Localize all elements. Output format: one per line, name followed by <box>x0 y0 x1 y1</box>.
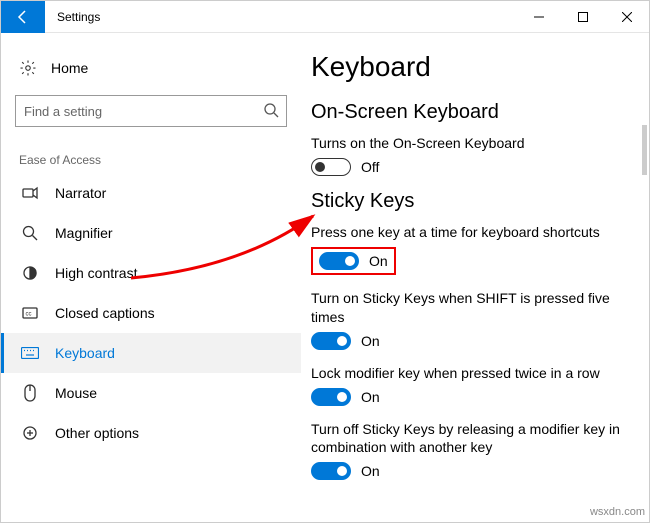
gear-icon <box>19 59 37 77</box>
sidebar-item-mouse[interactable]: Mouse <box>1 373 301 413</box>
sidebar-item-narrator[interactable]: Narrator <box>1 173 301 213</box>
sidebar-item-label: Narrator <box>55 185 106 201</box>
setting-sticky-shortcuts: Press one key at a time for keyboard sho… <box>311 223 629 275</box>
minimize-button[interactable] <box>517 1 561 33</box>
magnifier-icon <box>21 224 39 242</box>
setting-osk: Turns on the On-Screen Keyboard Off <box>311 134 629 176</box>
toggle-state: On <box>361 389 380 405</box>
toggle-knob <box>315 162 325 172</box>
back-button[interactable] <box>1 1 45 33</box>
sidebar-item-label: Mouse <box>55 385 97 401</box>
arrow-left-icon <box>15 9 31 25</box>
plus-circle-icon <box>21 424 39 442</box>
toggle-state: On <box>369 253 388 269</box>
setting-sticky-release: Turn off Sticky Keys by releasing a modi… <box>311 420 629 480</box>
contrast-icon <box>21 264 39 282</box>
mouse-icon <box>21 384 39 402</box>
toggle-sticky-release[interactable] <box>311 462 351 480</box>
sidebar: Home Ease of Access Narrator Magnifier H… <box>1 33 301 524</box>
window-title: Settings <box>45 10 100 24</box>
toggle-state: Off <box>361 159 379 175</box>
toggle-osk[interactable] <box>311 158 351 176</box>
watermark: wsxdn.com <box>590 506 645 518</box>
annotation-highlight: On <box>311 247 396 275</box>
sidebar-item-high-contrast[interactable]: High contrast <box>1 253 301 293</box>
sidebar-item-other-options[interactable]: Other options <box>1 413 301 453</box>
sidebar-item-closed-captions[interactable]: cc Closed captions <box>1 293 301 333</box>
svg-text:cc: cc <box>26 312 32 318</box>
setting-label: Turns on the On-Screen Keyboard <box>311 134 629 152</box>
captions-icon: cc <box>21 304 39 322</box>
toggle-state: On <box>361 333 380 349</box>
search-icon <box>263 102 279 123</box>
page-title: Keyboard <box>311 51 629 83</box>
setting-label: Turn on Sticky Keys when SHIFT is presse… <box>311 289 629 325</box>
sidebar-item-label: Magnifier <box>55 225 113 241</box>
toggle-knob <box>337 392 347 402</box>
setting-label: Press one key at a time for keyboard sho… <box>311 223 629 241</box>
toggle-sticky-shortcuts[interactable] <box>319 252 359 270</box>
setting-sticky-shift5: Turn on Sticky Keys when SHIFT is presse… <box>311 289 629 349</box>
keyboard-icon <box>21 344 39 362</box>
toggle-state: On <box>361 463 380 479</box>
content-pane: Keyboard On-Screen Keyboard Turns on the… <box>301 33 649 524</box>
toggle-knob <box>345 256 355 266</box>
home-label: Home <box>51 60 88 76</box>
setting-sticky-lock: Lock modifier key when pressed twice in … <box>311 364 629 406</box>
toggle-knob <box>337 466 347 476</box>
sidebar-item-label: Keyboard <box>55 345 115 361</box>
titlebar: Settings <box>1 1 649 33</box>
sidebar-group-label: Ease of Access <box>1 141 301 173</box>
setting-label: Lock modifier key when pressed twice in … <box>311 364 629 382</box>
toggle-sticky-lock[interactable] <box>311 388 351 406</box>
toggle-sticky-shift5[interactable] <box>311 332 351 350</box>
scrollbar[interactable] <box>642 125 647 175</box>
narrator-icon <box>21 184 39 202</box>
close-button[interactable] <box>605 1 649 33</box>
home-button[interactable]: Home <box>1 49 301 87</box>
search-input[interactable] <box>15 95 287 127</box>
sidebar-item-label: High contrast <box>55 265 137 281</box>
window-controls <box>517 1 649 33</box>
sidebar-item-label: Closed captions <box>55 305 155 321</box>
setting-label: Turn off Sticky Keys by releasing a modi… <box>311 420 629 456</box>
maximize-button[interactable] <box>561 1 605 33</box>
sidebar-item-label: Other options <box>55 425 139 441</box>
sidebar-item-keyboard[interactable]: Keyboard <box>1 333 301 373</box>
section-heading-sticky: Sticky Keys <box>311 190 629 213</box>
section-heading-osk: On-Screen Keyboard <box>311 101 629 124</box>
toggle-knob <box>337 336 347 346</box>
sidebar-item-magnifier[interactable]: Magnifier <box>1 213 301 253</box>
search-wrap <box>15 95 287 127</box>
